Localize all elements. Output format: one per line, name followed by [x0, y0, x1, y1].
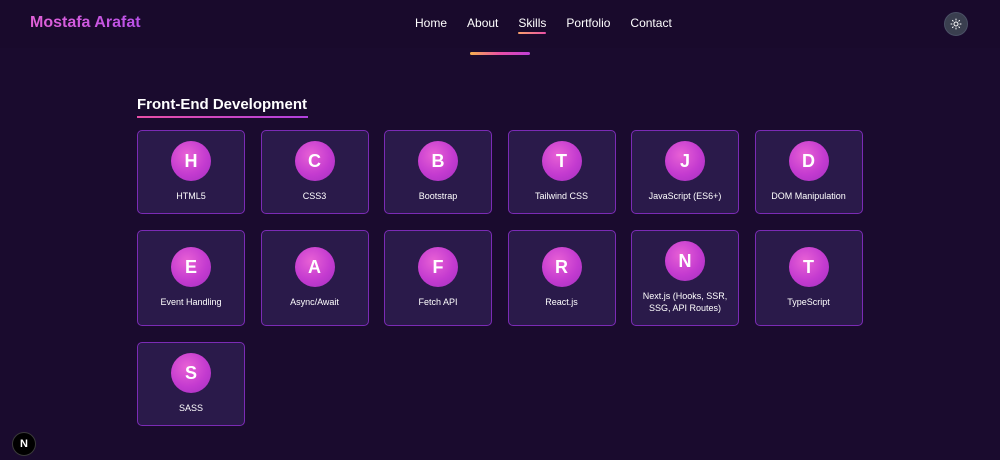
skill-letter-badge: T [788, 247, 829, 287]
skill-label: JavaScript (ES6+) [648, 191, 722, 201]
skill-card-react[interactable]: R React.js [507, 230, 616, 326]
section-title-underline [137, 116, 308, 118]
nav-link-about[interactable]: About [467, 16, 498, 30]
skill-label: React.js [545, 297, 578, 307]
skill-label: HTML5 [176, 191, 206, 201]
skill-letter-badge: E [171, 247, 211, 287]
nav-link-home[interactable]: Home [415, 16, 447, 30]
skill-letter-badge: D [788, 141, 829, 181]
section-title: Front-End Development [137, 96, 308, 113]
section-indicator [470, 52, 530, 55]
site-header: Mostafa Arafat Home About Skills Portfol… [0, 0, 1000, 48]
main-nav: Home About Skills Portfolio Contact [415, 16, 692, 34]
skill-card-sass[interactable]: S SASS [137, 342, 245, 426]
skill-card-event-handling[interactable]: E Event Handling [137, 230, 245, 326]
skill-letter-badge: C [294, 141, 335, 181]
skill-letter-badge: J [665, 141, 705, 181]
nav-link-contact[interactable]: Contact [630, 16, 671, 30]
skill-card-typescript[interactable]: T TypeScript [754, 230, 863, 326]
skill-card-dom-manipulation[interactable]: D DOM Manipulation [754, 130, 863, 214]
skill-card-css3[interactable]: C CSS3 [260, 130, 369, 214]
skill-letter-badge: F [418, 247, 458, 287]
skill-letter-badge: A [294, 247, 335, 287]
skill-label: Fetch API [418, 297, 458, 307]
skill-letter-badge: R [541, 247, 582, 287]
skill-card-bootstrap[interactable]: B Bootstrap [384, 130, 492, 214]
skill-card-html5[interactable]: H HTML5 [137, 130, 245, 214]
nextjs-dev-indicator-button[interactable]: N [12, 432, 36, 456]
skill-label: DOM Manipulation [771, 191, 846, 201]
skill-card-nextjs[interactable]: N Next.js (Hooks, SSR, SSG, API Routes) [631, 230, 739, 326]
skill-card-fetch-api[interactable]: F Fetch API [384, 230, 492, 326]
skill-label: Async/Await [290, 297, 339, 307]
skill-letter-badge: H [171, 141, 211, 181]
skill-letter-badge: S [171, 353, 211, 393]
theme-toggle-button[interactable] [944, 12, 968, 36]
skill-letter-badge: B [418, 141, 458, 181]
skill-card-async-await[interactable]: A Async/Await [260, 230, 369, 326]
skill-label: CSS3 [302, 191, 327, 201]
sun-icon [950, 18, 962, 30]
nav-link-skills[interactable]: Skills [518, 16, 547, 34]
skill-label: Next.js (Hooks, SSR, SSG, API Routes) [642, 291, 728, 313]
brand-logo[interactable]: Mostafa Arafat [30, 14, 141, 32]
skill-label: Event Handling [160, 297, 222, 307]
skill-label: SASS [178, 403, 203, 413]
skill-letter-badge: N [665, 241, 705, 281]
skill-letter-badge: T [541, 141, 582, 181]
skill-card-javascript[interactable]: J JavaScript (ES6+) [631, 130, 739, 214]
skill-label: Bootstrap [418, 191, 458, 201]
skill-label: Tailwind CSS [534, 191, 589, 201]
skill-card-tailwind[interactable]: T Tailwind CSS [507, 130, 616, 214]
skill-label: TypeScript [787, 297, 830, 307]
nav-link-portfolio[interactable]: Portfolio [566, 16, 610, 30]
